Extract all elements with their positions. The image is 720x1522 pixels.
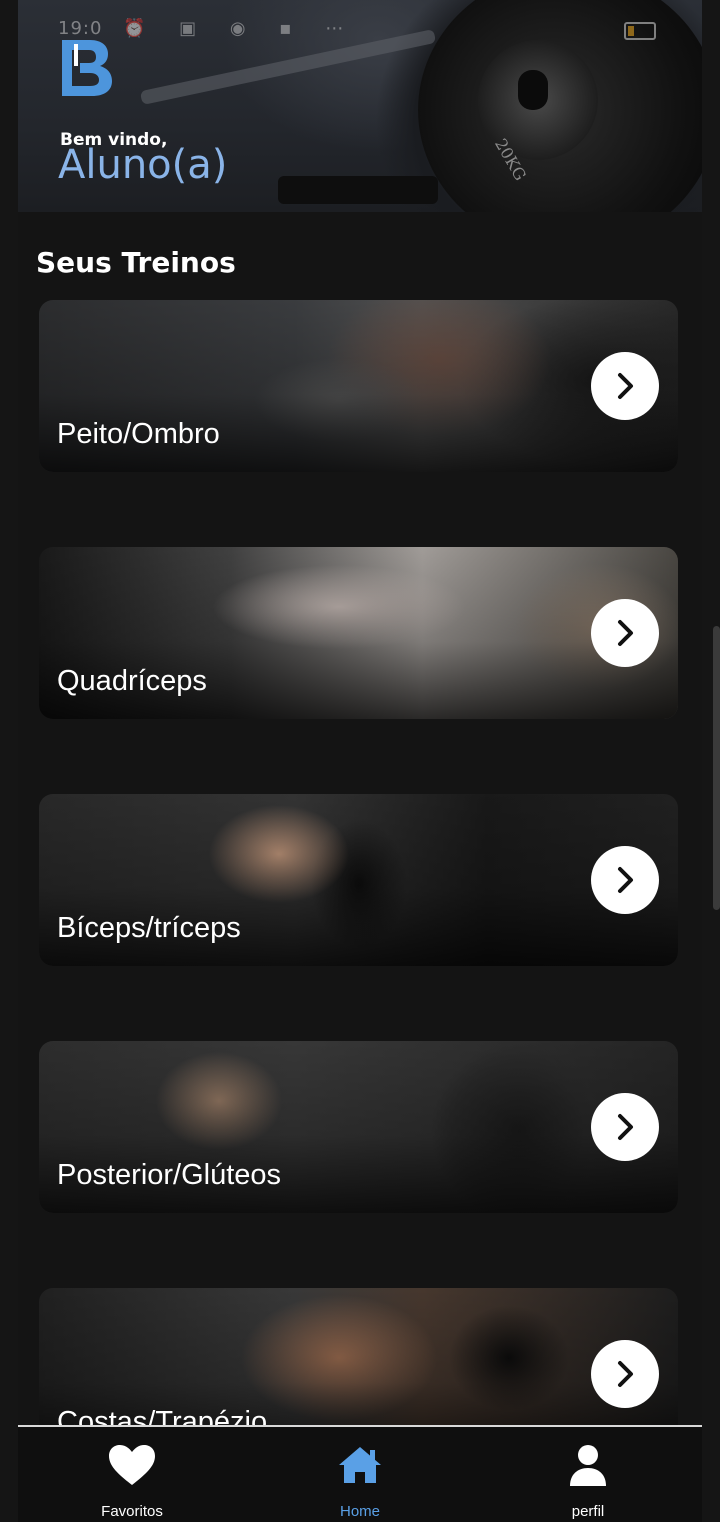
- section-title: Seus Treinos: [36, 246, 236, 279]
- chevron-right-icon: [618, 1114, 633, 1140]
- open-workout-button[interactable]: [591, 846, 659, 914]
- bench-graphic: [278, 176, 438, 204]
- chevron-right-icon: [618, 867, 633, 893]
- chevron-right-icon: [618, 373, 633, 399]
- tab-favoritos[interactable]: Favoritos: [18, 1427, 246, 1522]
- tab-label: Favoritos: [101, 1503, 163, 1520]
- status-icons: ⏰ ▣ ◉ ▪ ⋯: [123, 18, 358, 39]
- student-name: Aluno(a): [58, 142, 228, 188]
- heart-icon: [107, 1443, 157, 1487]
- workout-card-quadriceps[interactable]: Quadríceps: [39, 547, 678, 719]
- barbell-graphic: [139, 28, 437, 106]
- workout-label: Bíceps/tríceps: [57, 912, 241, 944]
- workout-card-posterior-gluteos[interactable]: Posterior/Glúteos: [39, 1041, 678, 1213]
- scrollbar-thumb[interactable]: [713, 626, 720, 910]
- open-workout-button[interactable]: [591, 599, 659, 667]
- app-logo: [62, 40, 112, 96]
- workout-label: Quadríceps: [57, 665, 207, 697]
- chevron-right-icon: [618, 620, 633, 646]
- workout-label: Posterior/Glúteos: [57, 1159, 282, 1191]
- tab-home[interactable]: Home: [246, 1427, 474, 1522]
- home-icon: [335, 1443, 385, 1487]
- tab-label: perfil: [571, 1503, 605, 1520]
- tab-label: Home: [339, 1503, 380, 1520]
- chevron-right-icon: [618, 1361, 633, 1387]
- open-workout-button[interactable]: [591, 1093, 659, 1161]
- user-icon: [563, 1443, 613, 1487]
- status-time: 19:0: [58, 18, 103, 39]
- bottom-navigation: Favoritos Home perfil: [18, 1425, 702, 1522]
- workout-card-biceps-triceps[interactable]: Bíceps/tríceps: [39, 794, 678, 966]
- workout-card-peito-ombro[interactable]: Peito/Ombro: [39, 300, 678, 472]
- open-workout-button[interactable]: [591, 352, 659, 420]
- header-banner: 20KG 19:0 ⏰ ▣ ◉ ▪ ⋯ Bem vindo, Aluno(a): [18, 0, 702, 212]
- workout-label: Peito/Ombro: [57, 418, 220, 450]
- open-workout-button[interactable]: [591, 1340, 659, 1408]
- battery-icon: [624, 22, 656, 40]
- tab-perfil[interactable]: perfil: [474, 1427, 702, 1522]
- weight-plate-hole: [518, 70, 548, 110]
- app-screen: 20KG 19:0 ⏰ ▣ ◉ ▪ ⋯ Bem vindo, Aluno(a) …: [18, 0, 702, 1520]
